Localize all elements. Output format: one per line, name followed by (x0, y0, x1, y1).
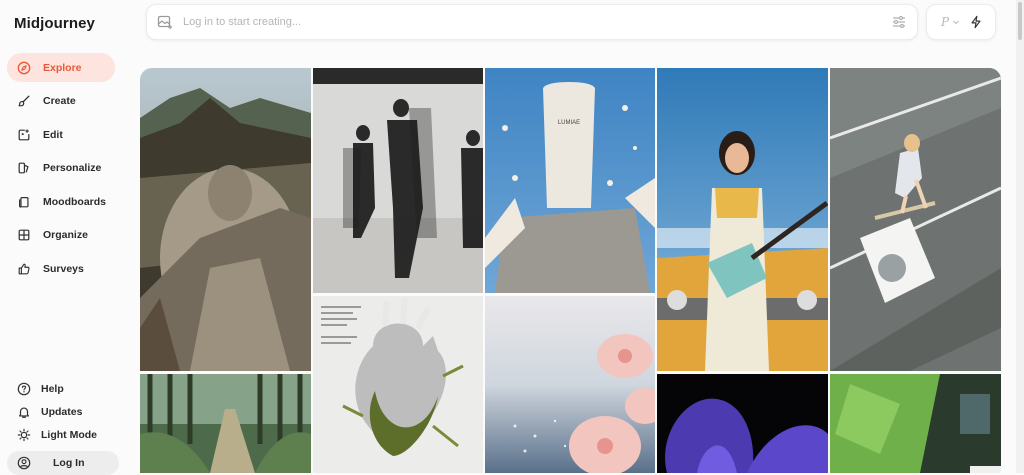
login-label: Log In (53, 457, 85, 469)
sidebar-item-label: Surveys (43, 263, 84, 276)
gallery-image-green-window[interactable] (830, 374, 1001, 473)
gallery-image-pink-flowers[interactable] (485, 296, 655, 473)
sun-icon (17, 428, 31, 442)
gallery-image-skincare-product[interactable]: LUMIAE (485, 68, 655, 293)
personalize-toggle[interactable]: P (941, 15, 949, 29)
lightning-icon[interactable] (969, 15, 983, 29)
gallery-image-woman-guitar[interactable] (657, 68, 828, 371)
scrollbar-track[interactable] (1016, 0, 1024, 473)
bottom-nav: Help Updates Light Mode (7, 377, 119, 446)
sidebar-item-label: Explore (43, 61, 82, 74)
prompt-bar (146, 4, 918, 40)
chevron-down-icon[interactable] (952, 18, 960, 26)
grid-icon (17, 228, 31, 242)
light-mode-toggle[interactable]: Light Mode (7, 423, 119, 446)
updates-label: Updates (41, 405, 83, 418)
prompt-input[interactable] (183, 16, 891, 28)
sliders-icon[interactable] (891, 14, 907, 30)
sidebar-item-moodboards[interactable]: Moodboards (7, 187, 115, 216)
mode-controls: P (926, 4, 996, 40)
user-icon (17, 456, 31, 470)
sidebar-item-surveys[interactable]: Surveys (7, 255, 115, 284)
updates-link[interactable]: Updates (7, 400, 119, 423)
app-logo[interactable]: Midjourney (14, 15, 95, 32)
sidebar-item-label: Create (43, 95, 76, 108)
sidebar-item-label: Organize (43, 229, 88, 242)
light-mode-label: Light Mode (41, 428, 97, 441)
gallery-image-girl-skateboard[interactable] (830, 68, 1001, 371)
compass-icon (17, 61, 31, 75)
gallery-image-christ-statue[interactable] (140, 68, 311, 371)
brush-icon (17, 94, 31, 108)
gallery-image-purple-iris[interactable] (657, 374, 828, 473)
sidebar-item-edit[interactable]: Edit (7, 120, 115, 149)
gallery-image-forest-path[interactable] (140, 374, 311, 473)
personalize-icon (17, 161, 31, 175)
main-nav: Explore Create Edit Personalize Moodboar… (7, 53, 115, 288)
sidebar-item-label: Moodboards (43, 195, 106, 208)
sidebar-item-personalize[interactable]: Personalize (7, 154, 115, 183)
help-icon (17, 382, 31, 396)
help-label: Help (41, 382, 64, 395)
image-gallery: LUMIAE (140, 68, 1001, 473)
help-link[interactable]: Help (7, 377, 119, 400)
sidebar-item-create[interactable]: Create (7, 87, 115, 116)
thumbs-up-icon (17, 262, 31, 276)
sidebar: Midjourney Explore Create Edit Personali… (0, 0, 130, 475)
bell-icon (17, 405, 31, 419)
product-label: LUMIAE (558, 120, 580, 126)
moodboard-icon (17, 195, 31, 209)
scrollbar-thumb[interactable] (1018, 2, 1022, 40)
edit-image-icon (17, 128, 31, 142)
sidebar-item-explore[interactable]: Explore (7, 53, 115, 82)
gallery-image-anatomical-heart[interactable] (313, 296, 483, 473)
add-image-icon[interactable] (157, 14, 173, 30)
sidebar-item-label: Edit (43, 128, 63, 141)
sidebar-item-label: Personalize (43, 162, 102, 175)
sidebar-item-organize[interactable]: Organize (7, 221, 115, 250)
login-button[interactable]: Log In (7, 451, 119, 475)
gallery-image-walking-figures[interactable] (313, 68, 483, 293)
